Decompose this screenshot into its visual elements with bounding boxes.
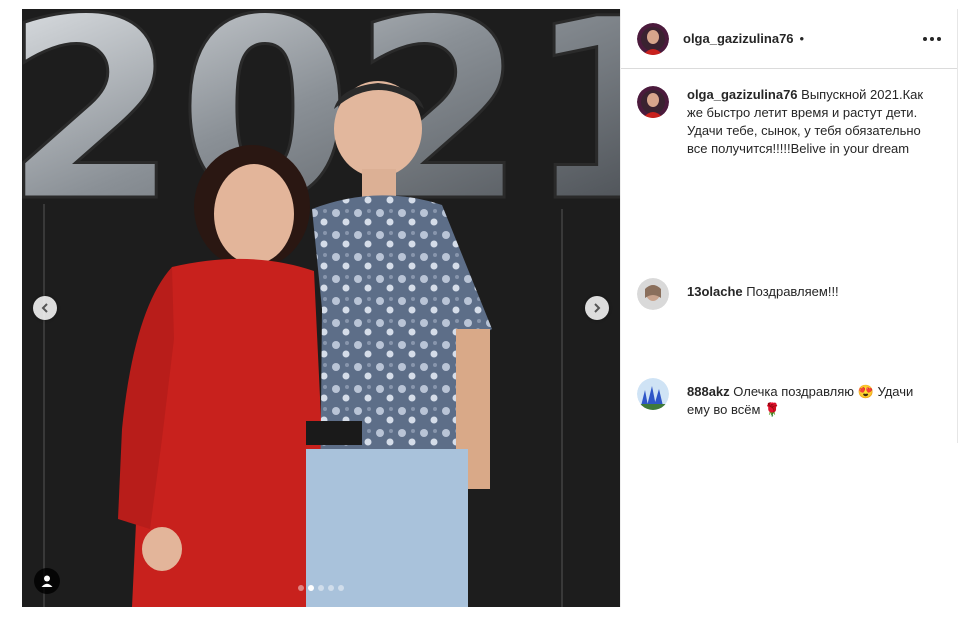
carousel-indicator [298, 585, 344, 591]
author-avatar[interactable] [637, 22, 669, 55]
carousel-dot-active [308, 585, 314, 591]
tagged-users-button[interactable] [34, 568, 60, 594]
header-separator: • [799, 31, 805, 46]
photo-illustration: 2021 [22, 9, 620, 607]
chevron-right-icon [594, 303, 601, 313]
carousel-dot [318, 585, 324, 591]
carousel-dot [338, 585, 344, 591]
chevron-left-icon [41, 303, 48, 313]
next-photo-button[interactable] [585, 296, 609, 320]
post-header: olga_gazizulina76 • [621, 9, 957, 69]
comment-item: 13olache Поздравляем!!! [637, 278, 927, 310]
instagram-post: 2021 olga_gazizulina76 • olga_gazizulina… [22, 9, 957, 607]
caption-text: olga_gazizulina76 Выпускной 2021.Как же … [687, 86, 927, 158]
caption: olga_gazizulina76 Выпускной 2021.Как же … [637, 86, 927, 158]
user-tag-icon [41, 575, 53, 587]
author-username[interactable]: olga_gazizulina76 [683, 31, 794, 46]
comment-text: 13olache Поздравляем!!! [687, 278, 927, 310]
caption-username[interactable]: olga_gazizulina76 [687, 87, 798, 102]
more-options-icon[interactable] [923, 36, 941, 41]
comment-username[interactable]: 888akz [687, 384, 730, 399]
comment-body: Поздравляем!!! [746, 284, 839, 299]
comment-username[interactable]: 13olache [687, 284, 743, 299]
previous-photo-button[interactable] [33, 296, 57, 320]
author-avatar[interactable] [637, 86, 669, 118]
comment-item: 888akz Олечка поздравляю 😍 Удачи ему во … [637, 378, 927, 419]
scroll-edge [957, 9, 958, 443]
post-photo[interactable]: 2021 [22, 9, 620, 607]
commenter-avatar[interactable] [637, 278, 669, 310]
carousel-dot [298, 585, 304, 591]
commenter-avatar[interactable] [637, 378, 669, 410]
carousel-dot [328, 585, 334, 591]
post-sidebar: olga_gazizulina76 • olga_gazizulina76 Вы… [620, 9, 957, 607]
comment-text: 888akz Олечка поздравляю 😍 Удачи ему во … [687, 378, 927, 419]
